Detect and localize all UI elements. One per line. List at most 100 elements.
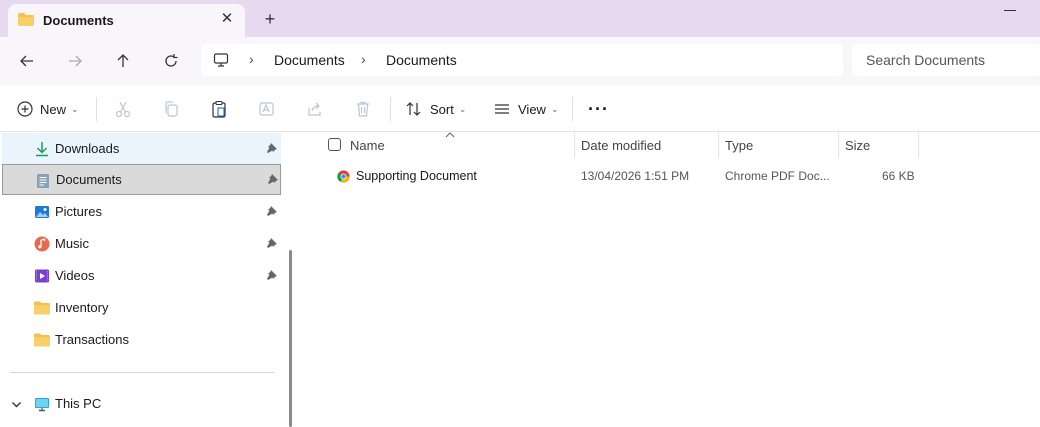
refresh-button[interactable] (157, 47, 185, 75)
this-pc-icon (35, 398, 49, 412)
file-name: Supporting Document (356, 169, 477, 183)
pin-icon[interactable] (266, 205, 278, 217)
divider (572, 97, 573, 121)
computer-icon (213, 53, 229, 67)
rename-button[interactable] (255, 97, 279, 121)
column-header-name[interactable]: Name (350, 138, 385, 153)
share-icon (308, 102, 321, 116)
sidebar-item-pictures[interactable]: Pictures (2, 196, 281, 227)
sort-button[interactable]: Sort ⌄ (405, 95, 466, 123)
sidebar-item-label: Downloads (55, 141, 120, 156)
sidebar-item-label: Music (55, 236, 89, 251)
file-date: 13/04/2026 1:51 PM (581, 169, 690, 183)
pin-icon[interactable] (266, 237, 278, 249)
divider (96, 97, 97, 121)
column-resize-handle[interactable] (838, 132, 839, 158)
scissors-icon (115, 101, 131, 118)
sidebar-item-documents[interactable]: Documents (2, 164, 281, 195)
column-header-date[interactable]: Date modified (581, 138, 661, 153)
command-bar: New ⌄ Sort ⌄ View ⌄ ··· (0, 85, 1040, 132)
column-header-size[interactable]: Size (845, 138, 870, 153)
file-size: 66 KB (882, 169, 915, 183)
new-tab-button[interactable]: + (259, 8, 281, 30)
file-list: Name Date modified Type Size Supporting … (298, 132, 1040, 427)
view-label: View (518, 101, 546, 117)
sidebar-item-this-pc[interactable]: This PC (2, 388, 281, 419)
new-button[interactable]: New ⌄ (17, 95, 79, 123)
file-type: Chrome PDF Doc... (725, 169, 830, 183)
breadcrumb-separator: › (249, 51, 254, 67)
new-label: New (40, 101, 67, 117)
close-tab-icon[interactable]: ✕ (217, 9, 237, 29)
sort-ascending-icon (445, 132, 455, 138)
breadcrumb-documents[interactable]: Documents (274, 52, 345, 68)
navigation-scrollbar[interactable] (289, 250, 292, 427)
breadcrumb-separator: › (361, 51, 366, 67)
this-pc-label: This PC (55, 396, 102, 411)
sidebar-item-label: Videos (55, 268, 95, 283)
view-button[interactable]: View ⌄ (493, 95, 559, 123)
divider (390, 97, 391, 121)
sidebar-item-label: Documents (56, 172, 122, 187)
navigation-pane: Downloads Documents Pictures Music Video… (0, 132, 286, 427)
share-button[interactable] (303, 97, 327, 121)
search-input[interactable] (852, 44, 1040, 76)
sort-label: Sort (430, 101, 454, 117)
documents-icon (37, 174, 49, 188)
arrow-right-icon (69, 55, 82, 67)
divider (10, 372, 274, 373)
forward-button[interactable] (61, 47, 89, 75)
column-resize-handle[interactable] (918, 132, 919, 158)
pictures-icon (35, 206, 49, 218)
music-icon (34, 236, 50, 252)
table-row[interactable]: Supporting Document 13/04/2026 1:51 PM C… (298, 164, 1040, 188)
address-row: › Documents › Documents (0, 37, 1040, 85)
delete-button[interactable] (351, 97, 375, 121)
tab-title: Documents (43, 13, 114, 28)
up-button[interactable] (109, 47, 137, 75)
arrow-up-icon (117, 54, 129, 67)
back-button[interactable] (13, 47, 41, 75)
search-box[interactable] (852, 44, 1040, 76)
tab-documents[interactable]: Documents ✕ (8, 4, 245, 37)
sidebar-item-videos[interactable]: Videos (2, 260, 281, 291)
sidebar-item-music[interactable]: Music (2, 228, 281, 259)
pin-icon[interactable] (266, 142, 278, 154)
view-icon (495, 104, 509, 114)
copy-button[interactable] (159, 97, 183, 121)
pin-icon[interactable] (266, 269, 278, 281)
pin-icon[interactable] (267, 173, 279, 185)
sidebar-item-label: Transactions (55, 332, 129, 347)
column-resize-handle[interactable] (574, 132, 575, 158)
folder-icon (34, 301, 50, 315)
chrome-pdf-icon (337, 170, 350, 183)
cut-button[interactable] (111, 97, 135, 121)
chevron-down-icon: ⌄ (550, 103, 559, 114)
breadcrumb-documents-current[interactable]: Documents (386, 52, 457, 68)
folder-icon (34, 333, 50, 347)
minimize-button[interactable] (1004, 10, 1016, 11)
chevron-down-icon: ⌄ (458, 103, 467, 114)
download-icon (36, 142, 48, 157)
sidebar-item-downloads[interactable]: Downloads (2, 133, 281, 164)
column-header-type[interactable]: Type (725, 138, 753, 153)
refresh-icon (165, 54, 178, 67)
clipboard-icon (212, 100, 226, 118)
paste-button[interactable] (207, 97, 231, 121)
address-bar[interactable]: › Documents › Documents (201, 44, 843, 76)
arrow-left-icon (20, 55, 33, 67)
videos-icon (35, 269, 49, 283)
column-header-row: Name Date modified Type Size (298, 132, 1040, 158)
plus-circle-icon (17, 101, 33, 117)
sidebar-item-transactions[interactable]: Transactions (2, 324, 281, 355)
column-resize-handle[interactable] (718, 132, 719, 158)
more-options-button[interactable]: ··· (588, 95, 609, 123)
trash-icon (357, 101, 369, 117)
folder-icon (18, 13, 34, 26)
sort-icon (406, 102, 421, 116)
rename-icon (259, 102, 274, 116)
copy-icon (165, 101, 178, 117)
sidebar-item-label: Pictures (55, 204, 102, 219)
sidebar-item-inventory[interactable]: Inventory (2, 292, 281, 323)
select-all-checkbox[interactable] (328, 138, 341, 151)
